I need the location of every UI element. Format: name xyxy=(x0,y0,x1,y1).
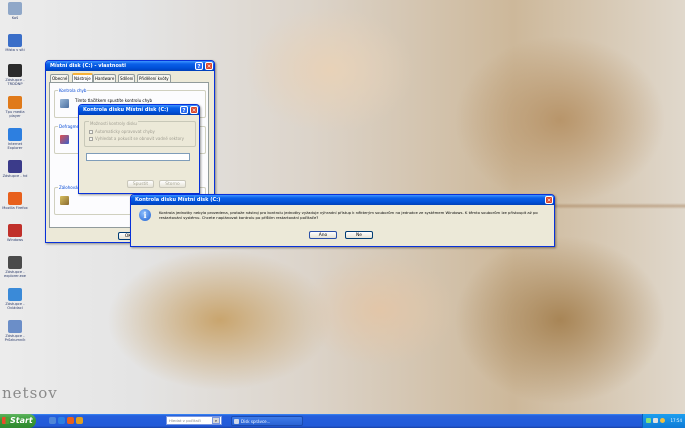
desktop-icon[interactable]: Zástupce - Ovládací xyxy=(2,288,28,310)
desktop-icon-label: Zástupce - explorer.exe xyxy=(3,270,27,278)
desktop-icon-label: Mozilla Firefox xyxy=(2,206,28,210)
tab-1[interactable]: Nástroje xyxy=(72,73,93,82)
bad-sectors-checkbox[interactable] xyxy=(89,137,93,141)
start-check-button[interactable]: Spustit xyxy=(127,180,154,188)
desktop-icon[interactable]: Zástupce - hd xyxy=(2,160,28,178)
check-disk-window[interactable]: Kontrola disku Místní disk (C:) ? ✕ Možn… xyxy=(78,104,200,194)
error-check-label: Kontrola chyb xyxy=(58,88,88,93)
firefox-icon[interactable] xyxy=(67,417,74,424)
alert-title: Kontrola disku Místní disk (C:) xyxy=(135,197,221,203)
tray-icon-network[interactable] xyxy=(646,418,651,423)
no-button[interactable]: Ne xyxy=(345,231,373,239)
firefox-icon xyxy=(8,192,22,205)
tab-3[interactable]: Sdílení xyxy=(118,74,136,82)
start-button[interactable]: Start xyxy=(0,414,36,428)
alert-dialog[interactable]: Kontrola disku Místní disk (C:) ✕ i Kont… xyxy=(130,194,555,247)
tray-icon-volume[interactable] xyxy=(653,418,658,423)
windows-logo-icon xyxy=(2,417,9,424)
desktop-icon-label: Internet Explorer xyxy=(7,142,23,150)
desktop-icon[interactable]: Internet Explorer xyxy=(2,128,28,150)
desktop-icon[interactable]: Zástupce - explorer.exe xyxy=(2,256,28,278)
check-disk-title: Kontrola disku Místní disk (C:) xyxy=(83,107,169,113)
browser-icon[interactable] xyxy=(58,417,65,424)
taskbar-item-label: Disk správce... xyxy=(241,419,271,424)
desktop-icon-label: Zástupce - TRDDNP xyxy=(5,78,25,86)
program-shortcut-icon xyxy=(8,160,22,173)
info-icon: i xyxy=(139,209,151,221)
desktop-icon-label: Zástupce - Ovládací xyxy=(5,302,25,310)
cancel-check-button[interactable]: Storno xyxy=(159,180,186,188)
desktop-icon[interactable]: Windows xyxy=(2,224,28,242)
desktop-icon-label: Zástupce - Průzkumník xyxy=(4,334,26,342)
desktop-icon[interactable]: Zástupce - Průzkumník xyxy=(2,320,28,342)
file-explorer-icon xyxy=(8,320,22,333)
windows-app-icon xyxy=(8,224,22,237)
taskbar: Start Hledat v počítači ⌕ Disk správce..… xyxy=(0,414,685,428)
internet-explorer-icon xyxy=(8,128,22,141)
show-desktop-icon[interactable] xyxy=(49,417,56,424)
help-icon[interactable]: ? xyxy=(180,106,188,114)
progress-bar xyxy=(86,153,190,161)
close-icon[interactable]: ✕ xyxy=(545,196,553,204)
error-check-icon xyxy=(60,99,69,108)
tray-icon-security[interactable] xyxy=(660,418,665,423)
help-icon[interactable]: ? xyxy=(195,62,203,70)
desktop-icon[interactable]: Koš xyxy=(2,2,28,20)
alert-message: Kontrola jednotky nebyla provedena, prot… xyxy=(159,210,538,220)
start-label: Start xyxy=(10,416,33,425)
search-go-icon[interactable]: ⌕ xyxy=(212,417,220,424)
close-icon[interactable]: ✕ xyxy=(190,106,198,114)
error-check-text: Tímto tlačítkem spustíte kontrolu chyb xyxy=(75,98,153,103)
control-panel-icon xyxy=(8,288,22,301)
auto-fix-label: Automaticky opravovat chyby xyxy=(95,129,155,134)
desktop-icon-label: Windows xyxy=(6,238,24,242)
media-player-icon[interactable] xyxy=(76,417,83,424)
yes-button[interactable]: Ano xyxy=(309,231,337,239)
defrag-icon xyxy=(60,135,69,144)
desktop-icon-label: Koš xyxy=(11,16,19,20)
network-places-icon xyxy=(8,34,22,47)
desktop-icon-label: Místa v síti xyxy=(5,48,25,52)
media-player-icon xyxy=(8,96,22,109)
bad-sectors-label: Vyhledat a pokusit se obnovit vadné sekt… xyxy=(95,136,185,141)
recycle-bin-icon xyxy=(8,2,22,15)
shortcut-icon xyxy=(8,64,22,77)
system-tray: 17:54 xyxy=(642,414,685,428)
desktop-icon-label: Tpu media player xyxy=(5,110,25,118)
desktop-icon[interactable]: Zástupce - TRDDNP xyxy=(2,64,28,86)
backup-icon xyxy=(60,196,69,205)
explorer-shortcut-icon xyxy=(8,256,22,269)
tab-2[interactable]: Hardware xyxy=(93,74,117,82)
desktop-icon[interactable]: Mozilla Firefox xyxy=(2,192,28,210)
taskbar-item-icon xyxy=(234,419,239,424)
wallpaper-watermark: netsov xyxy=(2,384,58,402)
taskbar-item-disk[interactable]: Disk správce... xyxy=(231,416,303,426)
desktop-icon-label: Zástupce - hd xyxy=(2,174,28,178)
check-options-label: Možnosti kontroly disku xyxy=(89,121,138,126)
clock: 17:54 xyxy=(670,418,682,423)
properties-title-bar[interactable]: Místní disk (C:) - vlastnosti xyxy=(46,61,214,71)
properties-title: Místní disk (C:) - vlastnosti xyxy=(50,63,126,69)
check-options-group: Možnosti kontroly disku Automaticky opra… xyxy=(84,121,196,147)
close-icon[interactable]: ✕ xyxy=(205,62,213,70)
tab-4[interactable]: Přidělení kvóty xyxy=(137,74,171,82)
tab-0[interactable]: Obecné xyxy=(50,74,70,82)
auto-fix-checkbox[interactable] xyxy=(89,130,93,134)
desktop-icon[interactable]: Místa v síti xyxy=(2,34,28,52)
alert-title-bar[interactable]: Kontrola disku Místní disk (C:) xyxy=(131,195,554,205)
desktop-icon[interactable]: Tpu media player xyxy=(2,96,28,118)
